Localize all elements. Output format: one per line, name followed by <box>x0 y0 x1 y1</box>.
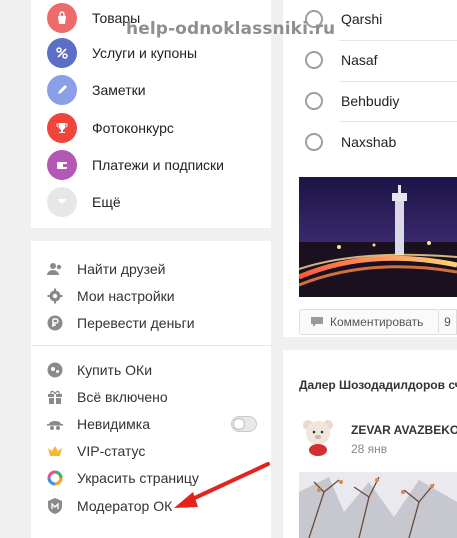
divider <box>31 345 271 346</box>
menu-item-services[interactable]: Услуги и купоны <box>47 38 197 68</box>
menu-label: VIP-статус <box>77 443 146 459</box>
poll-option[interactable]: Nasaf <box>283 41 457 79</box>
menu-label: Всё включено <box>77 389 168 405</box>
comment-icon <box>310 316 324 328</box>
poll-option-label: Nasaf <box>341 52 378 68</box>
post-photo[interactable] <box>299 177 457 297</box>
red-arrow-icon <box>174 462 270 508</box>
divider <box>339 121 457 122</box>
comment-label: Комментировать <box>330 315 424 329</box>
post-photo-2[interactable] <box>299 472 457 538</box>
menu-label: Найти друзей <box>77 261 166 277</box>
avatar[interactable] <box>299 413 337 457</box>
menu-label: Заметки <box>92 82 146 98</box>
menu-item-all-inclusive[interactable]: Всё включено <box>47 387 168 407</box>
palette-ring-icon <box>47 470 63 486</box>
menu-item-vip[interactable]: VIP-статус <box>47 441 145 461</box>
poll-option-label: Qarshi <box>341 11 383 27</box>
radio-button[interactable] <box>305 51 323 69</box>
percent-icon <box>47 38 77 68</box>
ok-coins-icon <box>47 362 63 378</box>
menu-label: Мои настройки <box>77 288 175 304</box>
friends-icon <box>47 261 63 277</box>
poll-option[interactable]: Naxshab <box>283 123 457 161</box>
menu-label: Модератор ОК <box>77 498 173 514</box>
invisible-toggle[interactable] <box>231 416 257 432</box>
menu-item-invisible[interactable]: Невидимка <box>47 414 150 434</box>
feed-post-card: Qarshi Nasaf Behbudiy Naxshab Комментиро… <box>283 0 457 337</box>
menu-item-notes[interactable]: Заметки <box>47 75 146 105</box>
shopping-bag-icon <box>47 3 77 33</box>
gear-icon <box>47 288 63 304</box>
feed-header[interactable]: Далер Шозодадилдоров сч <box>299 378 457 392</box>
menu-item-moderator[interactable]: Модератор ОК <box>47 496 172 516</box>
toggle-knob <box>233 418 245 430</box>
invisible-icon <box>47 416 63 432</box>
trophy-icon <box>47 113 77 143</box>
menu-label: Перевести деньги <box>77 315 195 331</box>
menu-item-transfer-money[interactable]: Перевести деньги <box>47 313 195 333</box>
menu-item-find-friends[interactable]: Найти друзей <box>47 259 166 279</box>
poll-option[interactable]: Behbudiy <box>283 82 457 120</box>
poll-option-label: Naxshab <box>341 134 397 150</box>
menu-item-buy-ok[interactable]: Купить ОКи <box>47 360 152 380</box>
menu-item-more[interactable]: Ещё <box>47 187 121 217</box>
ruble-icon <box>47 315 63 331</box>
feed-post-card-2: Далер Шозодадилдоров сч ZEVAR AVAZBEKOV … <box>283 350 457 538</box>
radio-button[interactable] <box>305 92 323 110</box>
menu-label: Платежи и подписки <box>92 157 224 173</box>
pencil-icon <box>47 75 77 105</box>
author-name[interactable]: ZEVAR AVAZBEKOV <box>351 423 457 437</box>
menu-label: Фотоконкурс <box>92 120 174 136</box>
comment-count: 9 <box>439 309 457 335</box>
menu-label: Купить ОКи <box>77 362 153 378</box>
menu-item-my-settings[interactable]: Мои настройки <box>47 286 175 306</box>
menu-label: Невидимка <box>77 416 150 432</box>
menu-item-photocontest[interactable]: Фотоконкурс <box>47 113 174 143</box>
menu-item-payments[interactable]: Платежи и подписки <box>47 150 224 180</box>
shield-icon <box>47 498 63 514</box>
chevron-down-icon <box>47 187 77 217</box>
gift-icon <box>47 389 63 405</box>
menu-label: Услуги и купоны <box>92 45 198 61</box>
radio-button[interactable] <box>305 133 323 151</box>
wallet-icon <box>47 150 77 180</box>
watermark-text: help-odnoklassniki.ru <box>126 19 336 39</box>
post-date: 28 янв <box>351 442 388 456</box>
poll-option-label: Behbudiy <box>341 93 400 109</box>
comment-button[interactable]: Комментировать <box>299 309 439 335</box>
crown-icon <box>47 443 63 459</box>
menu-label: Ещё <box>92 194 121 210</box>
